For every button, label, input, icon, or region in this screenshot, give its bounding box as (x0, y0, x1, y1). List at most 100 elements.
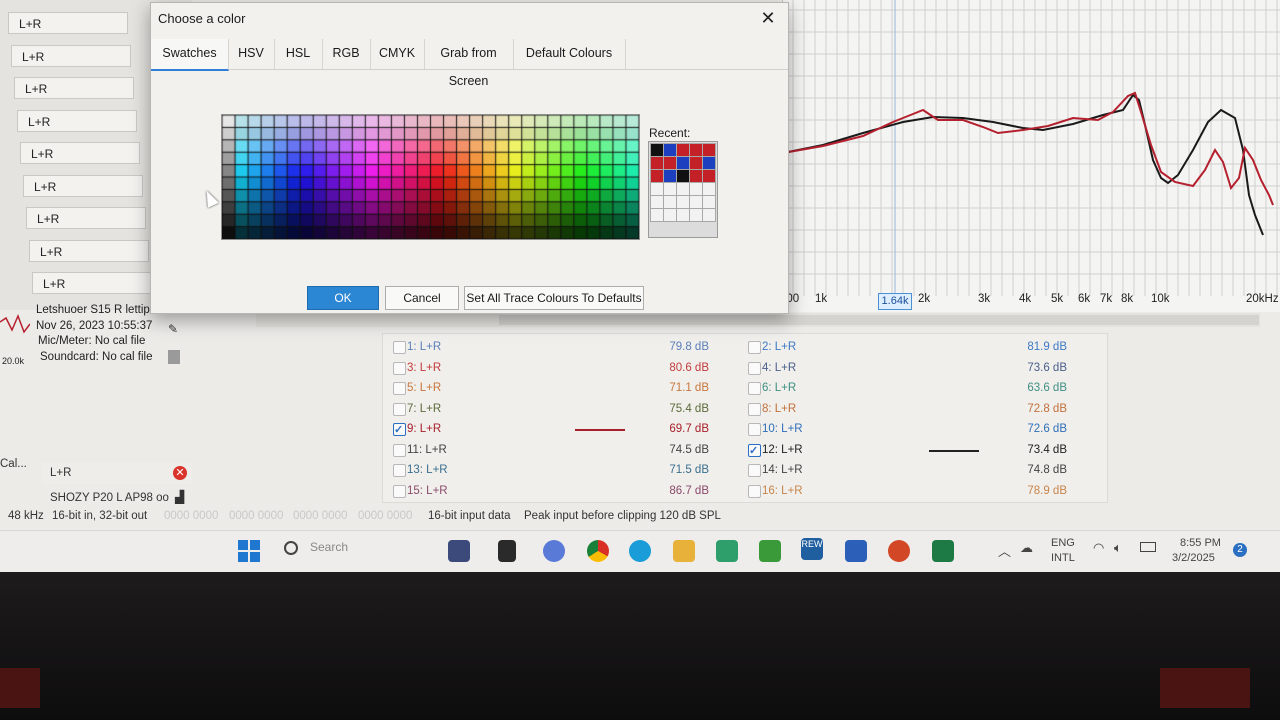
recent-color-swatch[interactable] (689, 143, 703, 157)
tab-hsv[interactable]: HSV (228, 39, 275, 69)
trace-button[interactable]: L+R (17, 109, 137, 132)
trace-visibility-checkbox[interactable] (748, 382, 761, 395)
word-icon[interactable] (845, 540, 867, 562)
spotify-icon[interactable] (759, 540, 781, 562)
trace-label[interactable]: 4: L+R (762, 358, 796, 378)
tab-default-colours[interactable]: Default Colours (513, 39, 626, 69)
tab-swatches[interactable]: Swatches (151, 39, 229, 71)
notes-icon[interactable] (716, 540, 738, 562)
tab-rgb[interactable]: RGB (322, 39, 371, 69)
recent-color-swatch[interactable] (702, 195, 716, 209)
volume-icon[interactable]: 🔈︎ (1114, 540, 1122, 556)
recent-color-swatch[interactable] (650, 143, 664, 157)
recent-color-swatch[interactable] (663, 156, 677, 170)
trace-label[interactable]: 6: L+R (762, 378, 796, 398)
trace-button[interactable]: L+R (8, 12, 128, 34)
tab-hsl[interactable]: HSL (274, 39, 323, 69)
trace-label[interactable]: 10: L+R (762, 419, 803, 439)
edge-icon[interactable] (629, 540, 651, 562)
recent-colors-grid[interactable] (648, 141, 718, 238)
swatch-palette[interactable] (221, 114, 640, 240)
notification-badge[interactable]: 2 (1233, 543, 1247, 557)
tab-cmyk[interactable]: CMYK (370, 39, 425, 69)
excel-icon[interactable] (932, 540, 954, 562)
trace-button[interactable]: L+R (23, 174, 143, 197)
chart-icon[interactable]: ▟ (175, 490, 184, 504)
recent-color-swatch[interactable] (650, 195, 664, 209)
trace-button[interactable]: L+R (14, 77, 134, 99)
search-icon[interactable] (284, 541, 298, 555)
trace-label[interactable]: 12: L+R (762, 440, 803, 460)
powerpoint-icon[interactable] (888, 540, 910, 562)
language-bottom[interactable]: INTL (1051, 552, 1075, 564)
trace-visibility-checkbox[interactable] (748, 402, 761, 416)
recent-color-swatch[interactable] (663, 169, 677, 183)
rew-icon[interactable]: REW (801, 538, 823, 560)
recent-color-swatch[interactable] (663, 195, 677, 209)
windows-start-icon[interactable] (238, 540, 260, 562)
trace-visibility-checkbox[interactable] (748, 341, 761, 354)
recent-color-swatch[interactable] (689, 182, 703, 196)
cancel-button[interactable]: Cancel (385, 286, 459, 310)
recent-color-swatch[interactable] (650, 182, 664, 196)
cursor-frequency-readout[interactable]: 1.64k (878, 293, 912, 310)
recent-color-swatch[interactable] (702, 169, 716, 183)
recent-color-swatch[interactable] (676, 208, 690, 222)
graph-horizontal-scrollbar[interactable] (256, 313, 1260, 327)
taskbar-search-input[interactable]: Search (310, 540, 348, 554)
recent-color-swatch[interactable] (689, 195, 703, 209)
clock-date[interactable]: 3/2/2025 (1172, 552, 1215, 564)
trace-visibility-checkbox[interactable] (748, 423, 761, 436)
recent-color-swatch[interactable] (650, 208, 664, 222)
recent-color-swatch[interactable] (689, 169, 703, 183)
trace-visibility-checkbox[interactable] (748, 484, 761, 498)
trace-label[interactable]: 14: L+R (762, 460, 803, 480)
reset-trace-colours-button[interactable]: Set All Trace Colours To Defaults (464, 286, 644, 310)
document-icon[interactable] (168, 350, 180, 364)
recent-color-swatch[interactable] (689, 208, 703, 222)
chrome-icon[interactable] (587, 540, 609, 562)
pen-icon[interactable]: ✎ (168, 322, 180, 336)
recent-color-swatch[interactable] (663, 143, 677, 157)
trace-button[interactable]: L+R (26, 207, 146, 229)
trace-button[interactable]: L+R (32, 272, 152, 294)
recent-color-swatch[interactable] (676, 143, 690, 157)
recent-color-swatch[interactable] (702, 156, 716, 170)
trace-visibility-checkbox[interactable] (748, 441, 761, 461)
recent-color-swatch[interactable] (676, 169, 690, 183)
recent-color-swatch[interactable] (663, 182, 677, 196)
wifi-icon[interactable]: ◠ (1093, 540, 1104, 556)
trace-visibility-checkbox[interactable] (748, 361, 761, 375)
trace-button[interactable]: L+R (29, 239, 149, 262)
trace-label[interactable]: 8: L+R (762, 399, 796, 419)
terminal-icon[interactable] (498, 540, 516, 562)
clock-time[interactable]: 8:55 PM (1180, 537, 1221, 549)
trace-button[interactable]: L+R (20, 142, 140, 164)
trace-label[interactable]: 2: L+R (762, 337, 796, 357)
battery-icon[interactable] (1140, 542, 1156, 552)
trace-label[interactable]: 16: L+R (762, 481, 803, 501)
recent-color-swatch[interactable] (689, 156, 703, 170)
recent-color-swatch[interactable] (663, 208, 677, 222)
trace-visibility-checkbox[interactable] (748, 464, 761, 477)
recent-color-swatch[interactable] (650, 156, 664, 170)
video-editor-icon[interactable] (448, 540, 470, 562)
language-top[interactable]: ENG (1051, 537, 1075, 549)
recent-color-swatch[interactable] (702, 182, 716, 196)
recent-color-swatch[interactable] (676, 156, 690, 170)
ok-button[interactable]: OK (307, 286, 379, 310)
folder-icon[interactable] (673, 540, 695, 562)
recent-color-swatch[interactable] (676, 182, 690, 196)
chat-icon[interactable] (543, 540, 565, 562)
recent-color-swatch[interactable] (676, 195, 690, 209)
frequency-response-graph[interactable] (783, 0, 1280, 312)
scrollbar-thumb[interactable] (499, 315, 1259, 325)
recent-color-swatch[interactable] (702, 208, 716, 222)
recent-color-swatch[interactable] (650, 169, 664, 183)
trace-button[interactable]: L+R (11, 44, 131, 67)
tab-grab-from-screen[interactable]: Grab from Screen (424, 39, 514, 88)
cloud-icon[interactable]: ☁ (1020, 540, 1033, 556)
recent-color-swatch[interactable] (702, 143, 716, 157)
chevron-up-icon[interactable]: ︿ (998, 541, 1011, 560)
close-icon[interactable]: ✕ (757, 7, 779, 29)
